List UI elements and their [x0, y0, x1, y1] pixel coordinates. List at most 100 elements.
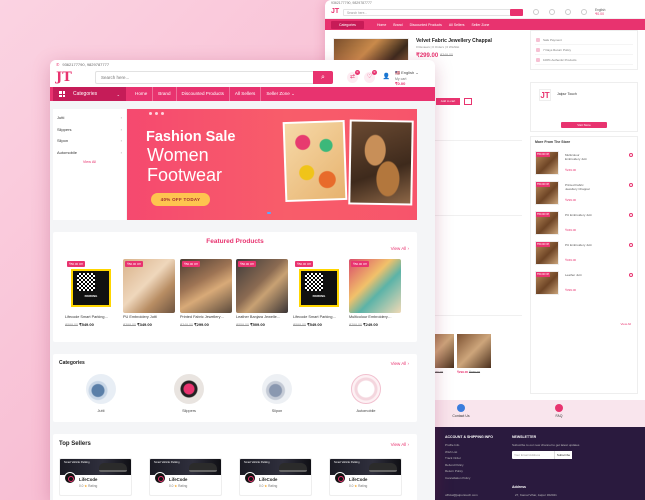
star-icon: ★: [174, 484, 178, 488]
banner-cta-button[interactable]: 40% OFF TODAY: [151, 193, 210, 206]
shop-name: Jaipur Touch: [557, 92, 577, 96]
seller-logo: [154, 472, 166, 484]
heart-icon[interactable]: [629, 183, 633, 187]
categories-button[interactable]: Categories: [331, 20, 364, 29]
footer-link[interactable]: Return Policy: [445, 469, 493, 473]
compare-icon[interactable]: [533, 9, 539, 15]
product-card[interactable]: PARKING ₹50.00 Off Lifecode Smart Parking…: [65, 259, 117, 330]
shop-logo[interactable]: JT: [539, 89, 551, 101]
product-card[interactable]: ₹50.00 Off Printed Fabric Jewellery… ₹34…: [180, 259, 232, 330]
search-button[interactable]: [510, 8, 523, 16]
sidebar-view-all[interactable]: View All: [53, 160, 126, 164]
seller-logo: [334, 472, 346, 484]
sidebar-item-automobile[interactable]: Automobile: [53, 147, 126, 159]
subscribe-button[interactable]: Subscribe: [554, 451, 572, 459]
seller-card[interactable]: Smart Vehicle Parking LifeCode 0.0 ★ Rat…: [329, 458, 402, 496]
seller-card[interactable]: Smart Vehicle Parking LifeCode 0.0 ★ Rat…: [239, 458, 312, 496]
footer-link[interactable]: Cancellation Policy: [445, 476, 493, 480]
wishlist-icon[interactable]: [549, 9, 555, 15]
heart-icon[interactable]: [629, 243, 633, 247]
product-card[interactable]: ₹50.00 Off PU Embroidery Jutti ₹399.00 ₹…: [123, 259, 175, 330]
product-card[interactable]: PARKING ₹50.00 Off Lifecode Smart Parking…: [293, 259, 345, 330]
account-icon[interactable]: 👤: [381, 72, 392, 83]
language-select[interactable]: 🇺🇸 English ⌄: [395, 70, 419, 75]
car-image: [279, 463, 307, 472]
newsletter-email-input[interactable]: Your Email Address Subscribe: [512, 451, 572, 459]
more-from-title: More From The Store: [535, 140, 571, 144]
chevron-down-icon: ⌄: [116, 91, 120, 97]
nav-home[interactable]: Home: [377, 23, 386, 27]
site-logo[interactable]: JT: [56, 71, 72, 85]
search-input[interactable]: [96, 72, 296, 83]
footer-link[interactable]: Refund Policy: [445, 463, 493, 467]
cart-icon[interactable]: [581, 9, 587, 15]
carousel-indicator[interactable]: [267, 212, 271, 214]
contact-us-link[interactable]: Contact Us: [441, 404, 481, 418]
heart-icon[interactable]: [629, 273, 633, 277]
category-slippers[interactable]: Slippers: [174, 374, 204, 413]
heart-icon[interactable]: [629, 153, 633, 157]
product-card[interactable]: ₹50.00 Off Multicolour Embroidery… ₹299.…: [349, 259, 401, 330]
category-slipon[interactable]: Slipon: [262, 374, 292, 413]
compare-icon[interactable]: ⇄ 0: [347, 70, 360, 83]
discount-badge: ₹50.00 Off: [238, 261, 256, 267]
view-all-link[interactable]: View All ›: [391, 246, 409, 251]
wishlist-button[interactable]: [464, 98, 472, 105]
list-item[interactable]: ₹50.00 Off PU Embroidery Jutti ₹349.00: [535, 241, 635, 267]
visit-store-button[interactable]: Visit Store: [561, 122, 607, 128]
list-item[interactable]: ₹50.00 Off Printed Fabric Jewellery Chap…: [535, 181, 635, 207]
categories-button[interactable]: Categories ⌄: [53, 87, 126, 101]
cart-summary[interactable]: My cart ₹0.00: [395, 77, 406, 86]
banner-photo-slippers: [348, 119, 414, 206]
nav-brand[interactable]: Brand: [393, 23, 402, 27]
category-jutti[interactable]: Jutti: [86, 374, 116, 413]
seller-name: LifeCode: [349, 477, 368, 482]
categories-section: Categories View All › Jutti Slippers Sli…: [53, 354, 417, 422]
wishlist-badge: 0: [372, 70, 377, 75]
add-to-cart-button[interactable]: Add to cart: [436, 98, 460, 105]
list-item[interactable]: ₹50.00 Off PU Embroidery Jutti ₹349.00: [535, 211, 635, 237]
footer-link[interactable]: Track Order: [445, 456, 493, 460]
hero-banner[interactable]: Fashion Sale Women Footwear 40% OFF TODAY: [127, 109, 417, 220]
account-icon[interactable]: [565, 9, 571, 15]
nav-all-sellers[interactable]: All Sellers: [230, 87, 262, 101]
nav-discounted-products[interactable]: Discounted Products: [177, 87, 230, 101]
sidebar-item-slipon[interactable]: Slipon: [53, 135, 126, 147]
nav-seller-zone[interactable]: Seller Zone ⌄: [261, 87, 300, 101]
product-card[interactable]: ₹50.00 Off Leather Banjara Jewelle… ₹559…: [236, 259, 288, 330]
footer-email: official@jaipurtouch.com: [445, 493, 478, 500]
nav-all-sellers[interactable]: All Sellers: [449, 23, 465, 27]
nav-discounted[interactable]: Discounted Products: [410, 23, 442, 27]
seller-logo: [244, 472, 256, 484]
faq-link[interactable]: FAQ: [539, 404, 579, 418]
email-text[interactable]: official@jaipurtouch.com: [445, 493, 478, 497]
footer-account-col: ACCOUNT & SHIPPING INFO Profile Info Wis…: [445, 435, 493, 482]
sidebar-item-jutti[interactable]: Jutti: [53, 112, 126, 124]
chevron-down-icon: ⌄: [291, 91, 295, 96]
nav-home[interactable]: Home: [130, 87, 154, 101]
search-input[interactable]: Search here...: [343, 8, 523, 16]
nav-seller-zone[interactable]: Seller Zone: [471, 23, 489, 27]
seller-card[interactable]: Smart Vehicle Parking LifeCode 0.0 ★ Rat…: [59, 458, 132, 496]
list-item[interactable]: ₹50.00 Off Leather Jutti ₹399.00: [535, 271, 635, 297]
heart-icon[interactable]: [629, 213, 633, 217]
list-item[interactable]: ₹50.00 Off Multicolour Embroidery Jutti …: [535, 151, 635, 177]
product-image: ₹50.00 Off: [236, 259, 288, 313]
footer-link[interactable]: Profile Info: [445, 443, 493, 447]
nav-brand[interactable]: Brand: [153, 87, 177, 101]
footer-link[interactable]: Wish List: [445, 450, 493, 454]
search-icon: ⌕: [321, 74, 325, 81]
seller-card[interactable]: Smart Vehicle Parking LifeCode 0.0 ★ Rat…: [149, 458, 222, 496]
search-button[interactable]: ⌕: [313, 71, 333, 84]
sidebar-item-slippers[interactable]: Slippers: [53, 124, 126, 136]
category-automobile[interactable]: Automobile: [351, 374, 381, 413]
wishlist-icon[interactable]: ♡ 0: [364, 70, 377, 83]
top-contact-bar: ✆ 9362177790, 9829787777: [50, 60, 435, 68]
footer-col-title: Address: [512, 485, 527, 489]
site-logo[interactable]: JT: [331, 8, 339, 16]
view-all-link[interactable]: View All ›: [391, 361, 409, 366]
more-view-all-link[interactable]: View All: [621, 322, 631, 326]
view-all-link[interactable]: View All ›: [391, 442, 409, 447]
product-card[interactable]: ₹299.00 ₹349.00: [457, 334, 491, 382]
item-name: Printed Fabric Jewellery Chappal: [565, 183, 590, 191]
